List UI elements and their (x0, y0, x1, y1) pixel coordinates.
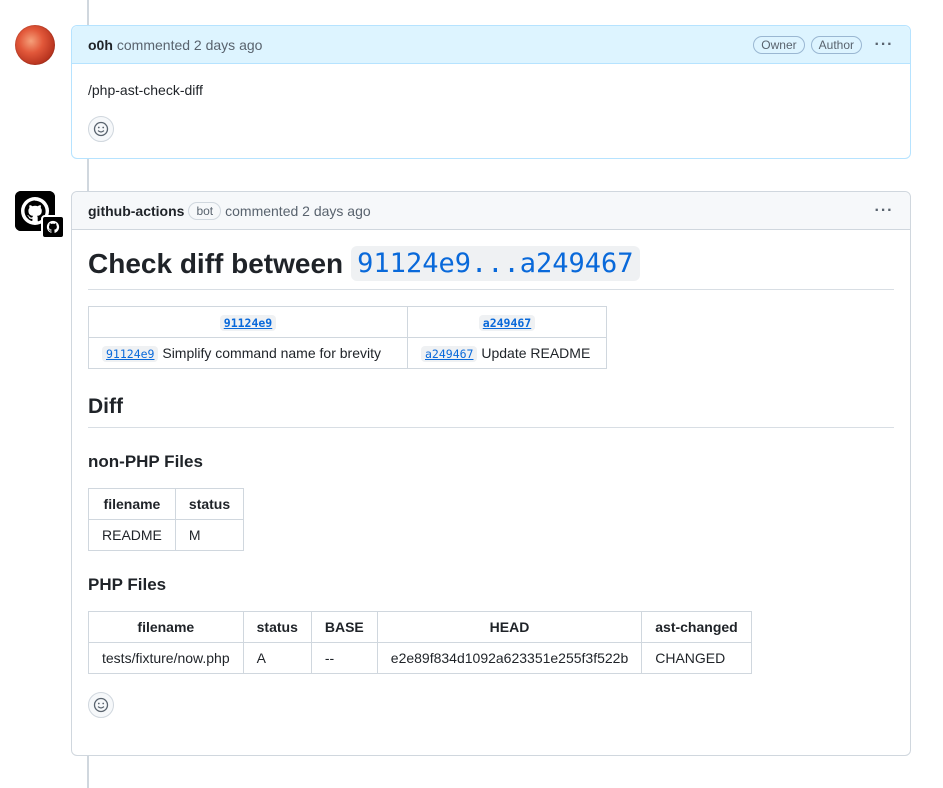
commit-link[interactable]: 91124e9 (219, 315, 277, 331)
table-header: status (174, 488, 245, 520)
table-row: README M (88, 519, 245, 551)
commit-message: Update README (481, 345, 591, 361)
kebab-icon[interactable]: ··· (874, 202, 894, 220)
heading-text: Check diff between (88, 247, 344, 279)
table-cell: 91124e9 Simplify command name for brevit… (88, 337, 408, 369)
table-cell: tests/fixture/now.php (88, 642, 244, 674)
smiley-icon (93, 121, 109, 137)
table-header: BASE (310, 611, 378, 643)
comment-timestamp[interactable]: commented 2 days ago (117, 37, 263, 53)
table-cell: M (174, 519, 245, 551)
table-header: status (242, 611, 312, 643)
comment-author[interactable]: o0h (88, 37, 113, 53)
table-cell: e2e89f834d1092a623351e255f3f522b (376, 642, 643, 674)
table-row: tests/fixture/now.php A -- e2e89f834d109… (88, 642, 752, 674)
table-row: 91124e9 Simplify command name for brevit… (88, 337, 607, 369)
table-cell: a249467 Update README (407, 337, 607, 369)
non-php-heading: non-PHP Files (88, 452, 203, 471)
commit-message: Simplify command name for brevity (162, 345, 381, 361)
table-cell: A (242, 642, 312, 674)
commit-range-code: 91124e9...a249467 (351, 246, 640, 281)
avatar[interactable] (15, 25, 55, 65)
table-header: a249467 (407, 306, 607, 338)
bot-badge-icon (41, 215, 65, 239)
table-header: filename (88, 488, 176, 520)
owner-badge: Owner (753, 35, 805, 54)
non-php-table: filename status README M (88, 488, 245, 551)
comment-header: github-actions bot commented 2 days ago … (72, 192, 910, 230)
author-badge: Author (810, 35, 862, 54)
add-reaction-button[interactable] (88, 692, 114, 718)
comment-header: o0h commented 2 days ago Owner Author ··… (72, 26, 910, 64)
add-reaction-button[interactable] (88, 116, 114, 142)
table-header: ast-changed (641, 611, 752, 643)
table-cell: README (88, 519, 176, 551)
commits-table: 91124e9 a249467 91124e9 Simplify command… (88, 306, 607, 369)
table-header: HEAD (376, 611, 643, 643)
diff-heading: Diff (88, 395, 894, 428)
comment-github-actions: github-actions bot commented 2 days ago … (71, 191, 911, 756)
comment-author[interactable]: github-actions (88, 203, 184, 219)
commit-link[interactable]: 91124e9 (102, 346, 159, 362)
bot-badge: bot (188, 201, 222, 220)
php-heading: PHP Files (88, 575, 167, 594)
smiley-icon (93, 697, 109, 713)
comment-body-text: /php-ast-check-diff (88, 82, 203, 98)
check-diff-heading: Check diff between 91124e9...a249467 (88, 246, 894, 290)
comment-timestamp[interactable]: commented 2 days ago (225, 203, 371, 219)
table-cell: CHANGED (641, 642, 752, 674)
table-header: filename (88, 611, 244, 643)
comment-o0h: o0h commented 2 days ago Owner Author ··… (71, 25, 911, 159)
commit-link[interactable]: a249467 (421, 346, 478, 362)
table-cell: -- (310, 642, 378, 674)
kebab-icon[interactable]: ··· (874, 36, 894, 54)
php-table: filename status BASE HEAD ast-changed te… (88, 611, 752, 674)
table-header: 91124e9 (88, 306, 408, 338)
commit-link[interactable]: a249467 (478, 315, 536, 331)
